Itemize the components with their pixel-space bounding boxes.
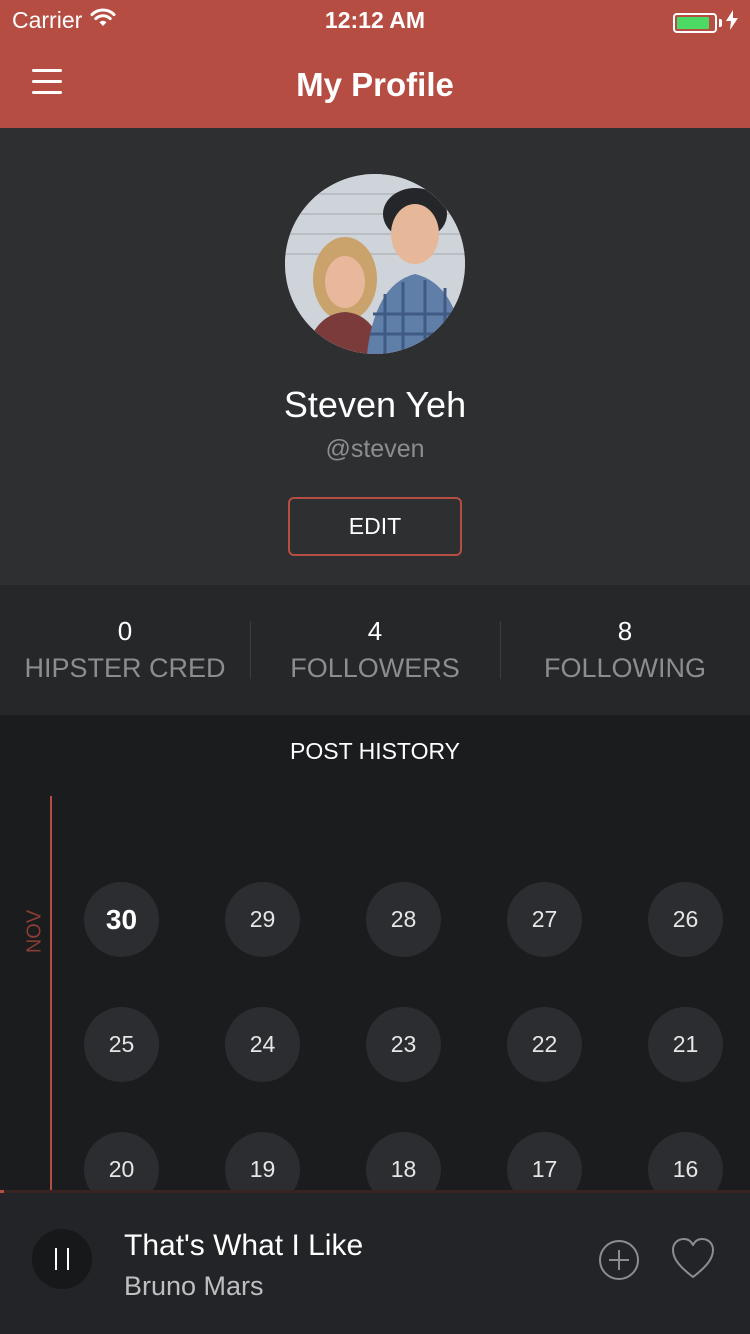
battery-nub bbox=[719, 18, 722, 27]
stat-value: 4 bbox=[367, 616, 383, 646]
day-25[interactable]: 25 bbox=[84, 1007, 159, 1082]
day-19[interactable]: 19 bbox=[225, 1132, 300, 1191]
status-time: 12:12 AM bbox=[324, 7, 426, 33]
post-history-title: POST HISTORY bbox=[290, 738, 460, 764]
day-grid: 30 29 28 27 26 25 24 23 22 21 20 19 18 17 16 bbox=[84, 882, 726, 1191]
day-28[interactable]: 28 bbox=[366, 882, 441, 957]
battery-fill bbox=[677, 16, 710, 29]
pause-button[interactable] bbox=[32, 1229, 92, 1289]
day-21[interactable]: 21 bbox=[648, 1007, 723, 1082]
day-26[interactable]: 26 bbox=[648, 882, 723, 957]
profile-stats: 0 HIPSTER CRED 4 FOLLOWERS 8 FOLLOWING bbox=[0, 585, 750, 715]
day-29[interactable]: 29 bbox=[225, 882, 300, 957]
stat-followers[interactable]: 4 FOLLOWERS bbox=[250, 585, 500, 715]
profile-header: Steven Yeh @steven EDIT bbox=[0, 128, 750, 585]
stat-label: FOLLOWING bbox=[543, 653, 706, 683]
profile-name: Steven Yeh bbox=[283, 384, 467, 425]
page-title: My Profile bbox=[296, 66, 454, 103]
stat-label: HIPSTER CRED bbox=[24, 653, 226, 683]
day-17[interactable]: 17 bbox=[507, 1132, 582, 1191]
stat-label: FOLLOWERS bbox=[290, 653, 460, 683]
battery-icon bbox=[673, 12, 717, 33]
timeline-line bbox=[50, 796, 52, 1191]
day-23[interactable]: 23 bbox=[366, 1007, 441, 1082]
status-bar: Carrier 12:12 AM bbox=[0, 0, 750, 40]
day-24[interactable]: 24 bbox=[225, 1007, 300, 1082]
charging-bolt-icon bbox=[726, 10, 738, 35]
stat-following[interactable]: 8 FOLLOWING bbox=[500, 585, 750, 715]
edit-profile-button[interactable]: EDIT bbox=[288, 497, 462, 556]
day-20[interactable]: 20 bbox=[84, 1132, 159, 1191]
pause-icon-bar bbox=[67, 1248, 69, 1270]
day-16[interactable]: 16 bbox=[648, 1132, 723, 1191]
profile-handle: @steven bbox=[325, 435, 425, 463]
day-18[interactable]: 18 bbox=[366, 1132, 441, 1191]
track-title[interactable]: That's What I Like bbox=[124, 1229, 363, 1263]
stat-value: 0 bbox=[117, 616, 133, 646]
month-label: NOV bbox=[23, 909, 46, 954]
mini-player: That's What I Like Bruno Mars bbox=[0, 1193, 750, 1334]
battery-indicator bbox=[673, 10, 738, 35]
heart-icon[interactable] bbox=[670, 1237, 716, 1281]
stat-hipster-cred[interactable]: 0 HIPSTER CRED bbox=[0, 585, 250, 715]
track-artist[interactable]: Bruno Mars bbox=[124, 1271, 264, 1302]
add-icon[interactable] bbox=[598, 1239, 640, 1281]
day-30[interactable]: 30 bbox=[84, 882, 159, 957]
post-history[interactable]: POST HISTORY NOV 30 29 28 27 26 25 24 23 22 21 20 1… bbox=[0, 715, 750, 1191]
stat-value: 8 bbox=[617, 616, 633, 646]
nav-bar: My Profile bbox=[0, 40, 750, 128]
pause-icon-bar bbox=[55, 1248, 57, 1270]
day-27[interactable]: 27 bbox=[507, 882, 582, 957]
avatar bbox=[285, 174, 465, 354]
day-22[interactable]: 22 bbox=[507, 1007, 582, 1082]
